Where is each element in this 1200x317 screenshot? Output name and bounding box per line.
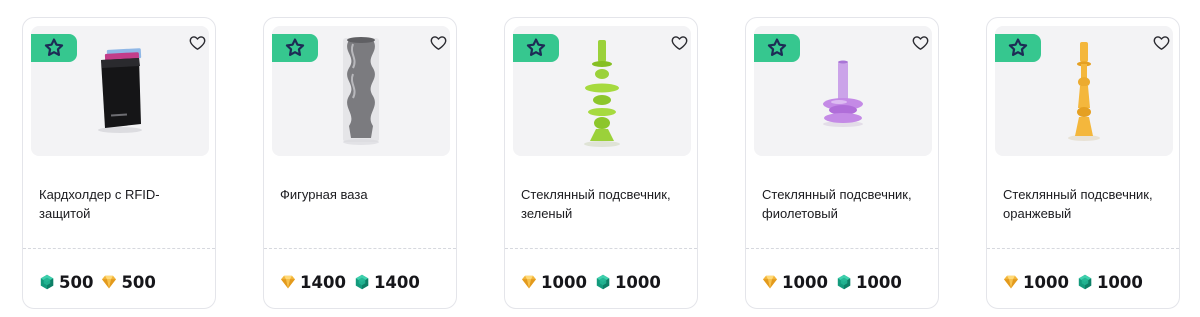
add-to-favorites-button[interactable] xyxy=(187,32,207,52)
gold-diamond-icon xyxy=(101,274,117,290)
price-gold: 1400 xyxy=(280,273,346,292)
add-to-favorites-button[interactable] xyxy=(428,32,448,52)
product-title[interactable]: Кардхолдер с RFID-защитой xyxy=(39,185,207,223)
product-image[interactable] xyxy=(995,26,1173,156)
divider xyxy=(746,248,938,249)
price-emerald: 1000 xyxy=(836,273,902,292)
price-list: 1000 1000 xyxy=(762,271,902,293)
price-gold: 1000 xyxy=(521,273,587,292)
price-value: 1400 xyxy=(300,272,346,292)
product-title[interactable]: Фигурная ваза xyxy=(280,185,448,204)
product-image[interactable] xyxy=(31,26,209,156)
add-to-favorites-button[interactable] xyxy=(1151,32,1171,52)
heart-icon xyxy=(429,33,448,52)
product-card[interactable]: Стеклянный подсвечник, фиолетовый 1000 1… xyxy=(745,17,939,309)
price-gold: 1000 xyxy=(762,273,828,292)
star-icon xyxy=(284,37,306,59)
gold-diamond-icon xyxy=(521,274,537,290)
divider xyxy=(264,248,456,249)
emerald-coin-icon xyxy=(354,274,370,290)
price-value: 500 xyxy=(121,272,156,292)
price-list: 500 500 xyxy=(39,271,156,293)
star-icon xyxy=(1007,37,1029,59)
product-title[interactable]: Стеклянный подсвечник, фиолетовый xyxy=(762,185,930,223)
price-value: 1000 xyxy=(541,272,587,292)
gold-diamond-icon xyxy=(762,274,778,290)
price-list: 1000 1000 xyxy=(521,271,661,293)
price-emerald: 500 xyxy=(39,273,93,292)
price-emerald: 1000 xyxy=(1077,273,1143,292)
favorite-badge xyxy=(31,34,77,62)
product-card[interactable]: Стеклянный подсвечник, зеленый 1000 1000 xyxy=(504,17,698,309)
star-icon xyxy=(525,37,547,59)
heart-icon xyxy=(911,33,930,52)
gold-diamond-icon xyxy=(1003,274,1019,290)
price-value: 1000 xyxy=(782,272,828,292)
product-carousel: Кардхолдер с RFID-защитой 500 500 Фигурн… xyxy=(0,0,1200,317)
favorite-badge xyxy=(754,34,800,62)
price-emerald: 1400 xyxy=(354,273,420,292)
emerald-coin-icon xyxy=(39,274,55,290)
price-value: 1000 xyxy=(1096,272,1143,292)
price-gold: 1000 xyxy=(1003,273,1069,292)
heart-icon xyxy=(1152,33,1171,52)
product-card[interactable]: Фигурная ваза 1400 1400 xyxy=(263,17,457,309)
emerald-coin-icon xyxy=(595,274,611,290)
heart-icon xyxy=(670,33,689,52)
product-image[interactable] xyxy=(513,26,691,156)
favorite-badge xyxy=(513,34,559,62)
price-value: 1000 xyxy=(614,272,661,292)
product-title[interactable]: Стеклянный подсвечник, оранжевый xyxy=(1003,185,1171,223)
gold-diamond-icon xyxy=(280,274,296,290)
price-value: 1400 xyxy=(373,272,420,292)
price-list: 1400 1400 xyxy=(280,271,420,293)
product-card[interactable]: Кардхолдер с RFID-защитой 500 500 xyxy=(22,17,216,309)
emerald-coin-icon xyxy=(1077,274,1093,290)
product-image[interactable] xyxy=(272,26,450,156)
divider xyxy=(505,248,697,249)
emerald-coin-icon xyxy=(836,274,852,290)
star-icon xyxy=(43,37,65,59)
add-to-favorites-button[interactable] xyxy=(910,32,930,52)
price-value: 1000 xyxy=(1023,272,1069,292)
price-value: 500 xyxy=(59,272,94,292)
product-image[interactable] xyxy=(754,26,932,156)
divider xyxy=(987,248,1179,249)
price-value: 1000 xyxy=(855,272,902,292)
price-gold: 500 xyxy=(101,272,156,292)
product-card[interactable]: Стеклянный подсвечник, оранжевый 1000 10… xyxy=(986,17,1180,309)
favorite-badge xyxy=(272,34,318,62)
heart-icon xyxy=(188,33,207,52)
favorite-badge xyxy=(995,34,1041,62)
price-list: 1000 1000 xyxy=(1003,271,1143,293)
star-icon xyxy=(766,37,788,59)
price-emerald: 1000 xyxy=(595,273,661,292)
divider xyxy=(23,248,215,249)
product-title[interactable]: Стеклянный подсвечник, зеленый xyxy=(521,185,689,223)
add-to-favorites-button[interactable] xyxy=(669,32,689,52)
